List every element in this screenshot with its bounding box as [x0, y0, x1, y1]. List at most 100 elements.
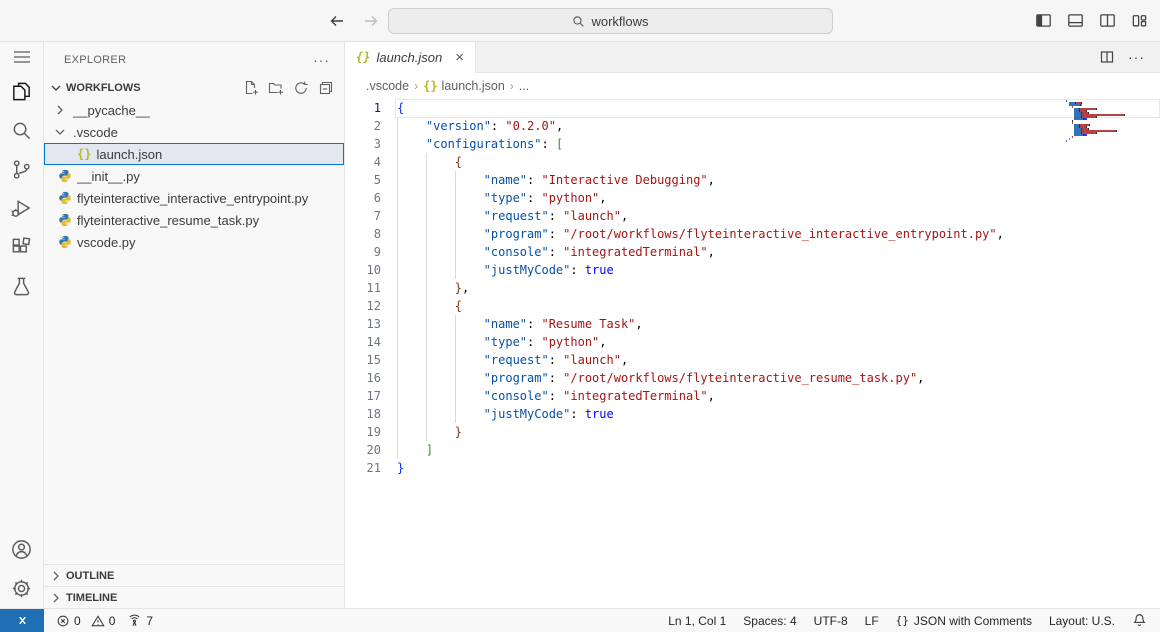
status-language-mode[interactable]: {}JSON with Comments [896, 614, 1032, 628]
indent-guide [455, 369, 484, 387]
code-line-10[interactable]: 10"justMyCode": true [345, 261, 1160, 279]
breadcrumb-item-launch-json[interactable]: {}launch.json [423, 79, 505, 93]
status-notifications[interactable] [1132, 613, 1147, 628]
python-icon [58, 169, 72, 183]
code-line-9[interactable]: 9"console": "integratedTerminal", [345, 243, 1160, 261]
breadcrumb-item-[interactable]: ... [519, 79, 529, 93]
toggle-panel-button[interactable] [1067, 12, 1084, 29]
code-line-21[interactable]: 21} [345, 459, 1160, 477]
command-center-search[interactable]: workflows [388, 8, 833, 34]
status-label: JSON with Comments [914, 614, 1032, 628]
minimap[interactable] [1066, 100, 1148, 142]
back-button[interactable] [328, 13, 346, 29]
tree-item-flyteinteractive-interactive-entrypoint-py[interactable]: flyteinteractive_interactive_entrypoint.… [44, 187, 344, 209]
remote-indicator[interactable] [0, 609, 44, 632]
ports-indicator[interactable]: 7 [127, 613, 153, 628]
chevron-right-icon [48, 590, 64, 606]
search-icon [10, 119, 33, 142]
code-line-20[interactable]: 20] [345, 441, 1160, 459]
indent-guide [397, 153, 426, 171]
status-line-col[interactable]: Ln 1, Col 1 [668, 614, 726, 628]
refresh-icon [293, 80, 309, 96]
activity-extensions-button[interactable] [0, 228, 44, 267]
account-button[interactable] [0, 530, 44, 569]
error-icon [56, 614, 70, 628]
new-folder-button[interactable] [268, 80, 284, 96]
code-editor[interactable]: 1{2"version": "0.2.0",3"configurations":… [345, 99, 1160, 608]
menu-button[interactable] [0, 42, 44, 72]
indent-guide [426, 189, 455, 207]
tree-item-launch-json[interactable]: {}launch.json [44, 143, 344, 165]
split-editor-button[interactable] [1099, 49, 1115, 65]
indent-guide [455, 405, 484, 423]
new-file-button[interactable] [243, 80, 259, 96]
editor-group: {} launch.json × ··· .vscode›{}launch.js… [345, 42, 1160, 608]
problems-indicator[interactable]: 0 0 [56, 614, 115, 628]
activity-run-debug-button[interactable] [0, 189, 44, 228]
code-text: "console": "integratedTerminal", [381, 387, 715, 405]
toggle-primary-sidebar-button[interactable] [1035, 12, 1052, 29]
python-icon [58, 235, 72, 249]
forward-button[interactable] [362, 13, 380, 29]
status-eol[interactable]: LF [865, 614, 879, 628]
code-line-18[interactable]: 18"justMyCode": true [345, 405, 1160, 423]
code-line-11[interactable]: 11}, [345, 279, 1160, 297]
breadcrumb-label: ... [519, 79, 529, 93]
workflows-section-header[interactable]: WORKFLOWS [44, 77, 344, 99]
line-number: 7 [345, 207, 381, 225]
status-keyboard-layout[interactable]: Layout: U.S. [1049, 614, 1115, 628]
tree-item-pycache[interactable]: __pycache__ [44, 99, 344, 121]
layout-panel-icon [1067, 12, 1084, 29]
line-number: 13 [345, 315, 381, 333]
tree-item-vscode[interactable]: .vscode [44, 121, 344, 143]
indent-guide [426, 171, 455, 189]
code-line-12[interactable]: 12{ [345, 297, 1160, 315]
tree-item-init-py[interactable]: __init__.py [44, 165, 344, 187]
line-number: 21 [345, 459, 381, 477]
code-line-1[interactable]: 1{ [345, 99, 1160, 117]
editor-more-actions-button[interactable]: ··· [1128, 49, 1145, 65]
bell-icon [1132, 613, 1147, 628]
breadcrumb-item-vscode[interactable]: .vscode [366, 79, 409, 93]
activity-source-control-button[interactable] [0, 150, 44, 189]
code-line-2[interactable]: 2"version": "0.2.0", [345, 117, 1160, 135]
code-line-8[interactable]: 8"program": "/root/workflows/flyteintera… [345, 225, 1160, 243]
status-encoding[interactable]: UTF-8 [814, 614, 848, 628]
activity-explorer-button[interactable] [0, 72, 44, 111]
status-label: Spaces: 4 [743, 614, 796, 628]
outline-section-header[interactable]: OUTLINE [44, 564, 344, 586]
code-line-14[interactable]: 14"type": "python", [345, 333, 1160, 351]
code-line-13[interactable]: 13"name": "Resume Task", [345, 315, 1160, 333]
code-line-7[interactable]: 7"request": "launch", [345, 207, 1160, 225]
code-line-6[interactable]: 6"type": "python", [345, 189, 1160, 207]
line-number: 3 [345, 135, 381, 153]
explorer-more-actions-button[interactable]: ··· [313, 52, 330, 68]
file-label: __pycache__ [73, 103, 150, 118]
customize-layout-button[interactable] [1131, 12, 1148, 29]
code-text: "program": "/root/workflows/flyteinterac… [381, 225, 1004, 243]
indent-guide [397, 315, 426, 333]
code-line-3[interactable]: 3"configurations": [ [345, 135, 1160, 153]
tab-launch-json[interactable]: {} launch.json × [345, 42, 476, 72]
tab-close-button[interactable]: × [455, 50, 464, 65]
code-line-16[interactable]: 16"program": "/root/workflows/flyteinter… [345, 369, 1160, 387]
indent-guide [455, 207, 484, 225]
code-line-19[interactable]: 19} [345, 423, 1160, 441]
code-line-15[interactable]: 15"request": "launch", [345, 351, 1160, 369]
tree-item-flyteinteractive-resume-task-py[interactable]: flyteinteractive_resume_task.py [44, 209, 344, 231]
code-line-5[interactable]: 5"name": "Interactive Debugging", [345, 171, 1160, 189]
tree-item-vscode-py[interactable]: vscode.py [44, 231, 344, 253]
collapse-folders-button[interactable] [318, 80, 334, 96]
toggle-secondary-sidebar-button[interactable] [1099, 12, 1116, 29]
activity-search-button[interactable] [0, 111, 44, 150]
settings-button[interactable] [0, 569, 44, 608]
activity-testing-button[interactable] [0, 267, 44, 306]
code-line-4[interactable]: 4{ [345, 153, 1160, 171]
arrow-right-icon [362, 13, 380, 29]
timeline-section-header[interactable]: TIMELINE [44, 586, 344, 608]
code-line-17[interactable]: 17"console": "integratedTerminal", [345, 387, 1160, 405]
status-indentation[interactable]: Spaces: 4 [743, 614, 796, 628]
split-editor-icon [1099, 49, 1115, 65]
json-icon: {} [423, 79, 437, 93]
refresh-explorer-button[interactable] [293, 80, 309, 96]
